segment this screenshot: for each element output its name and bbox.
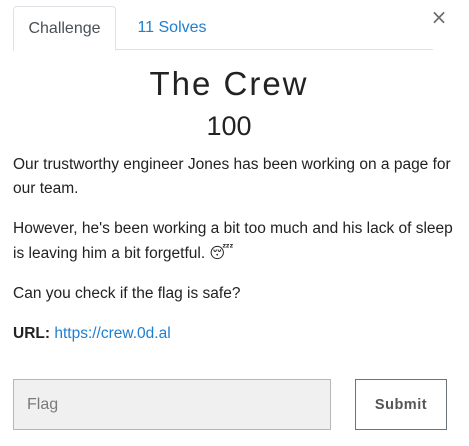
challenge-url-link[interactable]: https://crew.0d.al: [54, 325, 170, 342]
url-label: URL:: [13, 325, 51, 342]
challenge-description: Our trustworthy engineer Jones has been …: [13, 153, 453, 362]
description-paragraph: However, he's been working a bit too muc…: [13, 217, 453, 266]
flag-input[interactable]: [13, 379, 331, 430]
description-paragraph: Can you check if the flag is safe?: [13, 285, 241, 302]
challenge-tabs: Challenge 11 Solves: [13, 6, 433, 51]
url-line: URL: https://crew.0d.al: [13, 322, 453, 346]
sleeping-face-icon: 😴: [209, 244, 234, 262]
tab-challenge[interactable]: Challenge: [13, 6, 116, 51]
submit-button[interactable]: Submit: [355, 379, 447, 430]
tab-solves[interactable]: 11 Solves: [125, 6, 219, 50]
close-icon[interactable]: ×: [430, 6, 448, 28]
challenge-points: 100: [206, 111, 252, 141]
challenge-modal: Challenge 11 Solves × The Crew 100 Our t…: [0, 0, 469, 446]
description-paragraph: Our trustworthy engineer Jones has been …: [13, 156, 451, 197]
challenge-title: The Crew: [149, 65, 309, 102]
